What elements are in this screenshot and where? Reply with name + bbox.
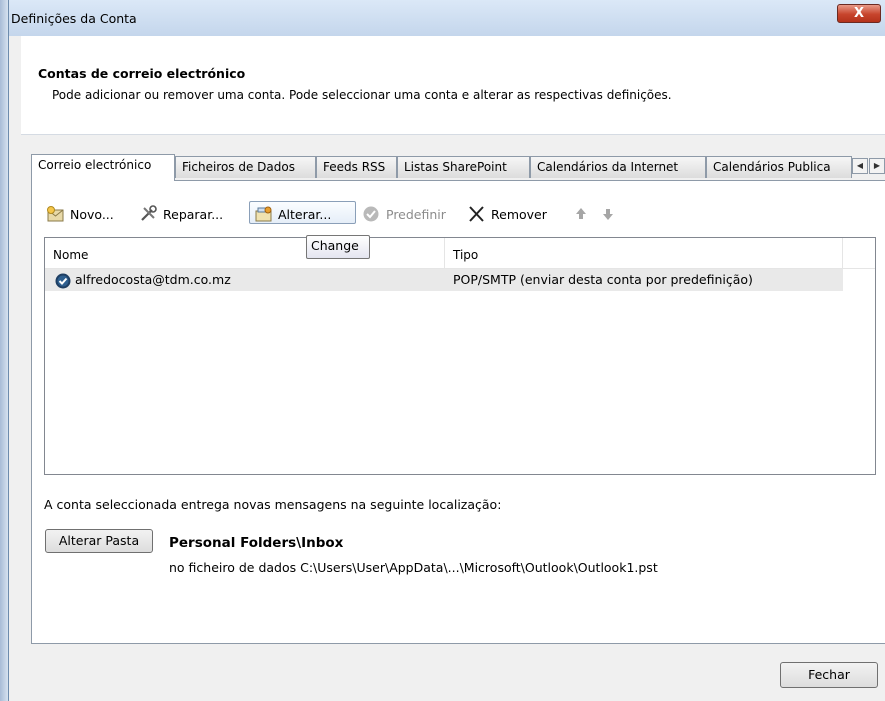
column-header-nome[interactable]: Nome (45, 238, 445, 268)
close-button[interactable]: Fechar (780, 662, 878, 688)
new-mail-icon (46, 205, 66, 223)
repair-label: Reparar... (163, 206, 224, 222)
tab-calendarios-publicados[interactable]: Calendários Publica (706, 156, 852, 178)
tab-correio-electronico[interactable]: Correio electrónico (31, 154, 175, 181)
close-window-button[interactable]: X (837, 4, 881, 23)
default-account-check-icon (55, 273, 71, 292)
header-subtitle: Pode adicionar ou remover uma conta. Pod… (52, 88, 672, 102)
repair-button[interactable]: Reparar... (139, 203, 223, 225)
new-account-label: Novo... (70, 206, 114, 222)
new-account-button[interactable]: Novo... (46, 203, 114, 225)
tab-listas-sharepoint[interactable]: Listas SharePoint (397, 156, 530, 178)
arrow-down-icon (599, 205, 619, 223)
title-bar: Definições da Conta X (9, 0, 885, 36)
delivery-location-label: A conta seleccionada entrega novas mensa… (44, 497, 502, 512)
list-header: Nome Tipo (45, 238, 875, 269)
move-down-button[interactable] (599, 203, 623, 225)
background-window-edge (0, 0, 8, 701)
tab-scroll-arrows: ◀ ▶ (852, 158, 885, 174)
tab-ficheiros-de-dados[interactable]: Ficheiros de Dados (175, 156, 316, 178)
account-name: alfredocosta@tdm.co.mz (75, 272, 231, 287)
set-default-label: Predefinir (386, 206, 446, 222)
change-button[interactable]: Alterar... (254, 203, 331, 225)
tab-calendarios-da-internet[interactable]: Calendários da Internet (530, 156, 706, 178)
header-title: Contas de correio electrónico (38, 66, 246, 81)
remove-button[interactable]: Remover (467, 203, 547, 225)
window-title: Definições da Conta (11, 11, 137, 26)
set-default-button[interactable]: Predefinir (362, 203, 446, 225)
tab-feeds-rss[interactable]: Feeds RSS (316, 156, 397, 178)
change-settings-icon (254, 205, 274, 223)
delivery-folder: Personal Folders\Inbox (169, 535, 344, 551)
data-file-path: no ficheiro de dados C:\Users\User\AppDa… (169, 560, 658, 575)
dialog-header: Contas de correio electrónico Pode adici… (21, 36, 885, 135)
account-settings-dialog: Definições da Conta X Contas de correio … (8, 0, 885, 701)
tab-scroll-left-button[interactable]: ◀ (852, 158, 868, 174)
remove-label: Remover (491, 206, 547, 222)
tab-scroll-right-button[interactable]: ▶ (869, 158, 885, 174)
repair-tools-icon (139, 205, 159, 223)
remove-x-icon (467, 205, 487, 223)
change-tooltip: Change (306, 235, 370, 259)
column-header-tipo[interactable]: Tipo (445, 238, 843, 268)
accounts-list[interactable]: Nome Tipo alfredocosta@tdm.co.mz POP/SMT… (44, 237, 876, 475)
change-label: Alterar... (278, 206, 332, 222)
change-folder-button[interactable]: Alterar Pasta (45, 529, 153, 553)
account-type: POP/SMTP (enviar desta conta por predefi… (453, 272, 753, 287)
arrow-up-icon (572, 205, 592, 223)
default-check-icon (362, 205, 382, 223)
table-row[interactable]: alfredocosta@tdm.co.mz POP/SMTP (enviar … (45, 269, 843, 291)
move-up-button[interactable] (572, 203, 596, 225)
